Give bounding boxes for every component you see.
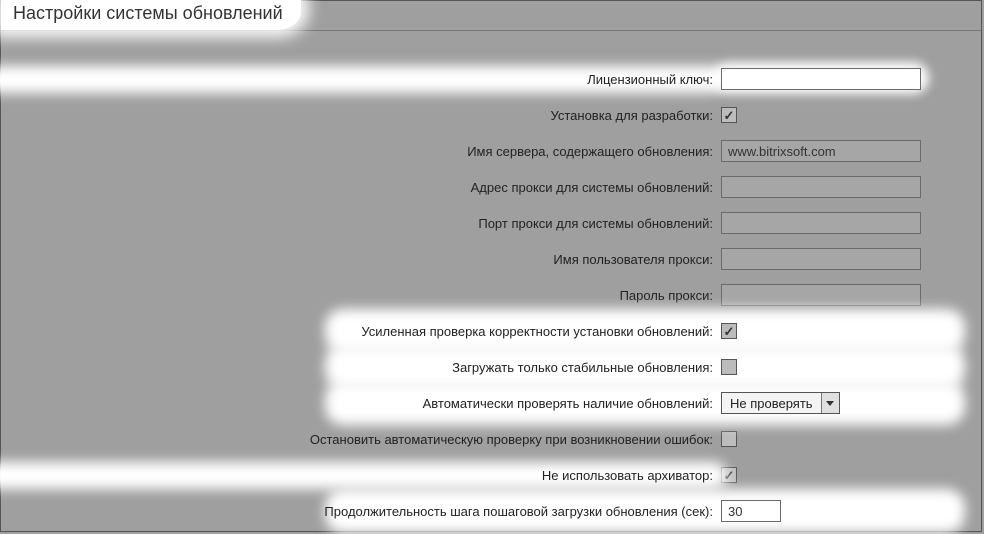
auto-check-label: Автоматически проверять наличие обновлен… (423, 396, 713, 411)
strong-check-label: Усиленная проверка корректности установк… (361, 324, 713, 339)
proxy-addr-input[interactable] (721, 176, 921, 198)
row-proxy-addr: Адрес прокси для системы обновлений: (1, 169, 981, 205)
row-no-archiver: Не использовать архиватор: (1, 457, 981, 493)
proxy-pass-input[interactable] (721, 284, 921, 306)
form-rows: Лицензионный ключ: Установка для разрабо… (1, 31, 981, 529)
row-update-server: Имя сервера, содержащего обновления: (1, 133, 981, 169)
no-archiver-label: Не использовать архиватор: (542, 468, 713, 483)
auto-check-select[interactable]: Не проверять (721, 392, 840, 414)
proxy-addr-label: Адрес прокси для системы обновлений: (471, 180, 713, 195)
settings-panel: Настройки системы обновлений Лицензионны… (0, 0, 982, 532)
stable-only-checkbox[interactable] (721, 359, 737, 375)
dev-install-label: Установка для разработки: (550, 108, 713, 123)
proxy-user-label: Имя пользователя прокси: (553, 252, 713, 267)
row-stable-only: Загружать только стабильные обновления: (1, 349, 981, 385)
step-duration-label: Продолжительность шага пошаговой загрузк… (324, 504, 713, 519)
auto-check-select-value: Не проверять (722, 393, 821, 413)
page-title: Настройки системы обновлений (1, 0, 301, 30)
row-proxy-pass: Пароль прокси: (1, 277, 981, 313)
stable-only-label: Загружать только стабильные обновления: (452, 360, 713, 375)
license-key-label: Лицензионный ключ: (587, 72, 713, 87)
step-duration-input[interactable] (721, 500, 781, 522)
row-license-key: Лицензионный ключ: (1, 61, 981, 97)
row-proxy-port: Порт прокси для системы обновлений: (1, 205, 981, 241)
row-dev-install: Установка для разработки: (1, 97, 981, 133)
proxy-user-input[interactable] (721, 248, 921, 270)
row-proxy-user: Имя пользователя прокси: (1, 241, 981, 277)
proxy-port-label: Порт прокси для системы обновлений: (478, 216, 713, 231)
stop-on-err-checkbox[interactable] (721, 431, 737, 447)
row-strong-check: Усиленная проверка корректности установк… (1, 313, 981, 349)
row-step-duration: Продолжительность шага пошаговой загрузк… (1, 493, 981, 529)
row-auto-check: Автоматически проверять наличие обновлен… (1, 385, 981, 421)
proxy-pass-label: Пароль прокси: (620, 288, 713, 303)
update-server-label: Имя сервера, содержащего обновления: (467, 144, 713, 159)
title-bar: Настройки системы обновлений (1, 1, 981, 31)
row-stop-on-err: Остановить автоматическую проверку при в… (1, 421, 981, 457)
stop-on-err-label: Остановить автоматическую проверку при в… (310, 432, 713, 447)
chevron-down-icon (821, 393, 839, 413)
license-key-input[interactable] (721, 68, 921, 90)
strong-check-checkbox[interactable] (721, 323, 737, 339)
proxy-port-input[interactable] (721, 212, 921, 234)
dev-install-checkbox[interactable] (721, 107, 737, 123)
update-server-input[interactable] (721, 140, 921, 162)
